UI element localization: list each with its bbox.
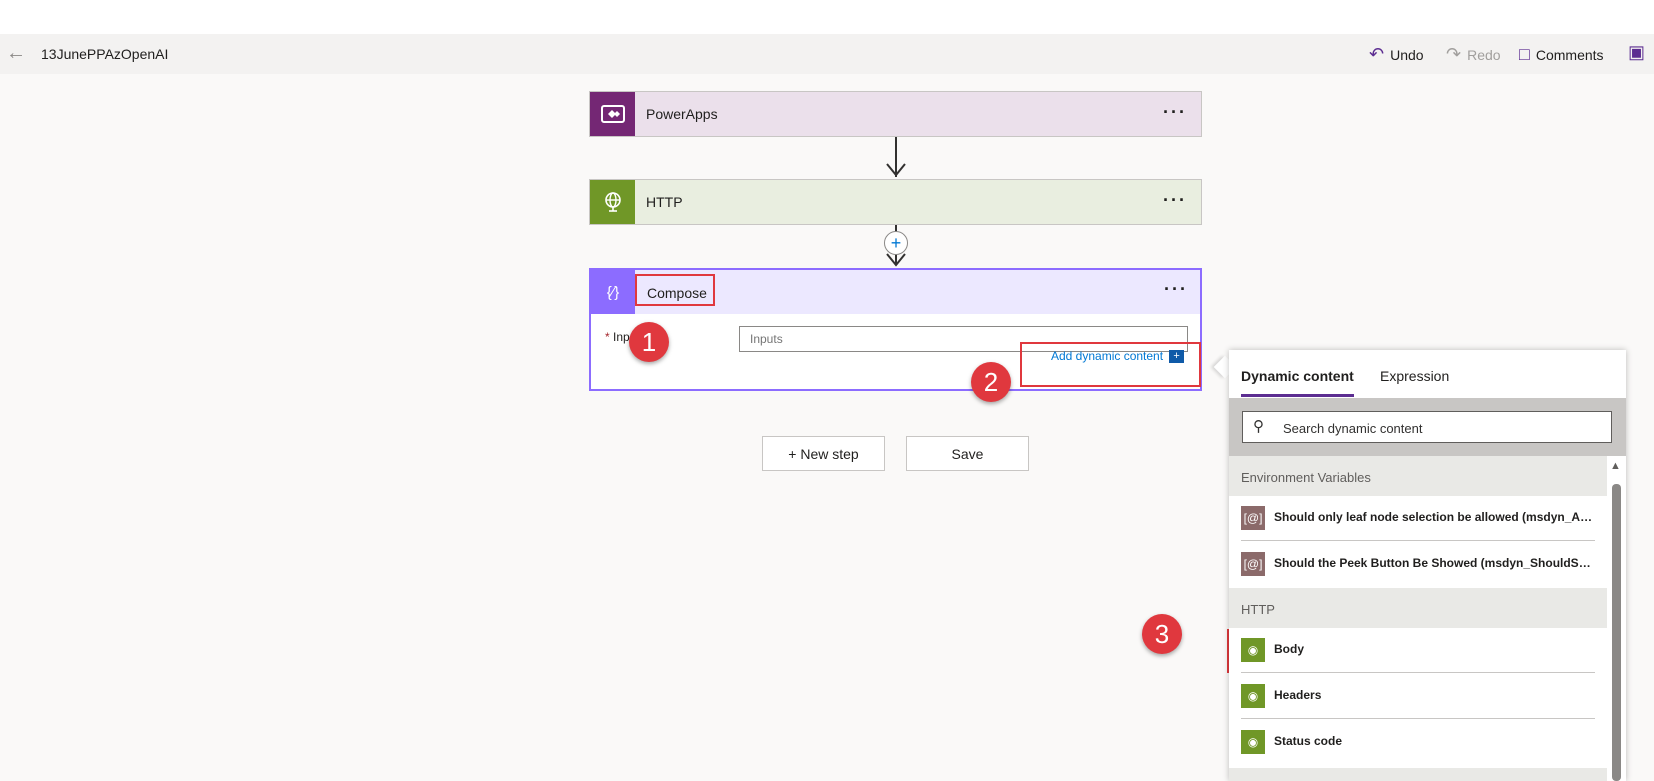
http-label: HTTP [646, 194, 683, 210]
list-item[interactable]: [@] Should only leaf node selection be a… [1241, 496, 1595, 541]
annotation-badge-2: 2 [971, 362, 1011, 402]
arrow-down-icon [886, 253, 906, 267]
more-options-icon[interactable]: ··· [1163, 190, 1187, 211]
comments-icon: □ [1519, 44, 1530, 64]
save-icon[interactable]: ▣ [1628, 42, 1645, 63]
globe-icon: ◉ [1241, 730, 1265, 754]
more-options-icon[interactable]: ··· [1164, 279, 1188, 300]
new-step-button[interactable]: + New step [762, 436, 885, 471]
search-dynamic-input[interactable]: ⚲ Search dynamic content [1242, 411, 1612, 443]
back-arrow-icon[interactable]: ← [6, 42, 26, 65]
compose-icon: {∕} [591, 270, 635, 314]
tab-expression[interactable]: Expression [1380, 368, 1449, 384]
scroll-up-icon[interactable]: ▲ [1610, 460, 1621, 472]
annotation-badge-3: 3 [1142, 614, 1182, 654]
powerapps-label: PowerApps [646, 106, 718, 122]
active-tab-indicator [1241, 394, 1354, 397]
insert-step-plus-icon[interactable]: + [884, 231, 908, 255]
top-bar [0, 0, 1654, 34]
scrollbar-thumb[interactable] [1612, 484, 1621, 781]
section-divider [1229, 768, 1607, 781]
env-variable-icon: [@] [1241, 506, 1265, 530]
flow-title: 13JunePPAzOpenAI [41, 46, 169, 62]
required-mark: * [605, 330, 610, 344]
search-icon: ⚲ [1253, 418, 1264, 435]
list-item-label: Should only leaf node selection be allow… [1274, 510, 1594, 524]
search-placeholder: Search dynamic content [1283, 421, 1423, 436]
list-item-label: Should the Peek Button Be Showed (msdyn_… [1274, 556, 1594, 570]
list-item[interactable]: ◉ Headers [1241, 674, 1595, 719]
redo-button[interactable]: ↷ Redo [1446, 44, 1501, 65]
redo-label: Redo [1467, 46, 1501, 63]
arrow-down-icon [886, 163, 906, 177]
list-item[interactable]: ◉ Status code [1241, 720, 1595, 764]
highlight-add-dynamic [1020, 342, 1201, 387]
undo-label: Undo [1390, 46, 1424, 63]
undo-button[interactable]: ↶ Undo [1369, 44, 1424, 65]
list-item-label: Status code [1274, 734, 1343, 748]
env-variable-icon: [@] [1241, 552, 1265, 576]
globe-icon: ◉ [1241, 638, 1265, 662]
powerapps-trigger-card[interactable]: PowerApps ··· [589, 91, 1202, 137]
powerapps-icon [590, 92, 635, 136]
tab-dynamic-content[interactable]: Dynamic content [1241, 368, 1354, 384]
http-action-card[interactable]: HTTP ··· [589, 179, 1202, 225]
list-item[interactable]: ◉ Body [1241, 628, 1595, 673]
list-item-label: Headers [1274, 688, 1322, 702]
comments-button[interactable]: □ Comments [1519, 44, 1604, 65]
list-item[interactable]: [@] Should the Peek Button Be Showed (ms… [1241, 542, 1595, 586]
comments-label: Comments [1535, 46, 1604, 63]
list-item-label: Body [1274, 642, 1304, 656]
save-button[interactable]: Save [906, 436, 1029, 471]
command-bar: ← 13JunePPAzOpenAI ↶ Undo ↷ Redo □ Comme… [0, 34, 1654, 74]
more-options-icon[interactable]: ··· [1163, 102, 1187, 123]
scrollbar[interactable]: ▲ [1609, 460, 1623, 781]
globe-icon [590, 180, 635, 224]
annotation-badge-1: 1 [629, 322, 669, 362]
section-environment-variables: Environment Variables [1229, 456, 1607, 496]
globe-icon: ◉ [1241, 684, 1265, 708]
undo-icon: ↶ [1369, 44, 1385, 64]
highlight-compose [635, 274, 715, 306]
inputs-field-label: Inp [613, 330, 630, 344]
dynamic-content-panel: Dynamic content Expression ⚲ Search dyna… [1229, 350, 1626, 781]
section-http: HTTP [1229, 588, 1607, 628]
redo-icon: ↷ [1446, 44, 1462, 64]
